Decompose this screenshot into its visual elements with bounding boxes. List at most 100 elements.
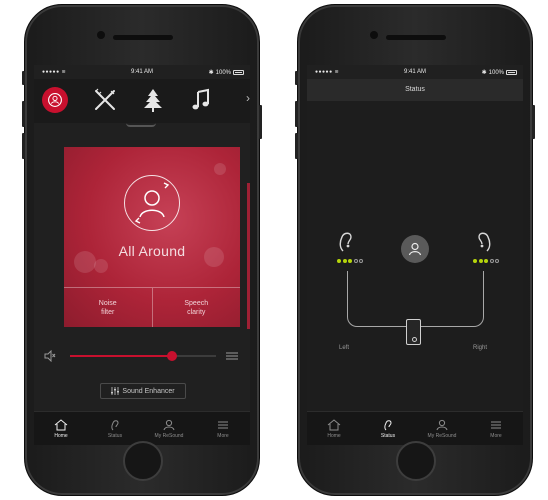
- drawer-handle[interactable]: [126, 123, 156, 127]
- left-battery-dots: [337, 259, 363, 263]
- tab-status[interactable]: Status: [361, 412, 415, 445]
- volume-knob[interactable]: [167, 351, 178, 361]
- right-connection-line: [483, 271, 484, 303]
- tab-more[interactable]: More: [196, 412, 250, 445]
- battery-percent: 100%: [488, 69, 504, 76]
- bluetooth-icon: ✱: [481, 70, 487, 76]
- user-icon: [163, 419, 175, 430]
- user-icon: [408, 242, 422, 256]
- right-battery-dots: [473, 259, 499, 263]
- program-selector: ›: [34, 79, 250, 123]
- drawer-handle-area[interactable]: [34, 123, 250, 131]
- volume-up-button: [295, 101, 298, 127]
- program-options: Noise filter Speech clarity: [64, 287, 240, 327]
- tab-more-label: More: [217, 432, 229, 439]
- tab-home-label: Home: [54, 432, 68, 439]
- tab-more-label: More: [490, 432, 502, 439]
- tab-status[interactable]: Status: [88, 412, 142, 445]
- battery-dot: [473, 259, 477, 263]
- volume-up-button: [22, 101, 25, 127]
- right-connection-curve: [421, 303, 484, 327]
- menu-icon: [491, 421, 501, 428]
- battery-dot: [489, 259, 494, 263]
- program-outdoor[interactable]: [138, 85, 168, 115]
- volume-slider[interactable]: [70, 351, 216, 361]
- tab-status-label: Status: [380, 432, 396, 439]
- person-ring-icon: [48, 93, 62, 107]
- battery-dot: [348, 259, 352, 263]
- tab-bar: Home Status My ReSound More: [307, 411, 523, 445]
- front-camera: [370, 31, 378, 39]
- user-icon: [436, 419, 448, 430]
- volume-down-button: [295, 133, 298, 159]
- battery-percent: 100%: [215, 69, 231, 76]
- battery-icon: [233, 70, 244, 75]
- card-bokeh: [214, 163, 226, 175]
- tab-status-label: Status: [107, 432, 123, 439]
- earpiece-speaker: [386, 35, 446, 40]
- volume-fill: [70, 355, 173, 357]
- phone-right: ●●●●● ≋ 9:41 AM ✱ 100% Status Left Right…: [295, 4, 535, 496]
- tab-home[interactable]: Home: [34, 412, 88, 445]
- volume-down-button: [22, 133, 25, 159]
- hearing-aid-icon: [111, 419, 119, 430]
- home-icon: [327, 418, 341, 430]
- program-music[interactable]: [186, 85, 216, 115]
- status-screen: ●●●●● ≋ 9:41 AM ✱ 100% Status Left Right…: [307, 65, 523, 445]
- tab-home[interactable]: Home: [307, 412, 361, 445]
- card-bokeh: [94, 259, 108, 273]
- program-restaurant[interactable]: [90, 85, 120, 115]
- tab-my-resound-label: My ReSound: [154, 432, 184, 439]
- tab-bar: Home Status My ReSound More: [34, 411, 250, 445]
- earpiece-speaker: [113, 35, 173, 40]
- menu-icon: [218, 421, 228, 428]
- equalizer-icon[interactable]: [226, 352, 238, 360]
- mute-switch: [295, 71, 298, 85]
- sound-enhancer-label: Sound Enhancer: [122, 387, 175, 395]
- battery-dot: [484, 259, 488, 263]
- battery-dot: [359, 259, 363, 263]
- right-label: Right: [473, 345, 488, 351]
- battery-dot: [495, 259, 499, 263]
- home-icon: [54, 418, 68, 430]
- home-screen: ●●●●● ≋ 9:41 AM ✱ 100% › All Around Nois…: [34, 65, 250, 445]
- speaker-mute-icon[interactable]: [44, 350, 56, 362]
- battery-dot: [342, 259, 347, 263]
- tab-home-label: Home: [327, 432, 341, 439]
- left-connection-curve: [347, 303, 410, 327]
- avatar: [401, 235, 429, 263]
- tab-my-resound[interactable]: My ReSound: [415, 412, 469, 445]
- tab-more[interactable]: More: [469, 412, 523, 445]
- volume-control: [44, 349, 240, 363]
- hearing-aid-icon: [384, 419, 392, 430]
- noise-filter-option[interactable]: Noise filter: [64, 288, 152, 327]
- tab-my-resound[interactable]: My ReSound: [142, 412, 196, 445]
- next-program-card-peek[interactable]: [247, 183, 250, 329]
- right-hearing-aid-icon[interactable]: [475, 231, 493, 253]
- battery-dot: [337, 259, 341, 263]
- home-button[interactable]: [396, 441, 436, 481]
- battery-dot: [478, 259, 483, 263]
- power-button: [259, 105, 262, 139]
- music-note-icon: [192, 88, 209, 110]
- chevron-right-icon[interactable]: ›: [246, 91, 250, 105]
- program-title: All Around: [118, 243, 186, 259]
- status-bar: ●●●●● ≋ 9:41 AM ✱ 100%: [307, 65, 523, 79]
- home-button[interactable]: [123, 441, 163, 481]
- left-hearing-aid-icon[interactable]: [337, 231, 355, 253]
- sound-enhancer-button[interactable]: Sound Enhancer: [100, 383, 186, 399]
- program-all-around[interactable]: [42, 87, 68, 113]
- person-rotate-icon: [134, 182, 170, 224]
- left-connection-line: [347, 271, 348, 303]
- page-title: Status: [307, 79, 523, 101]
- power-button: [532, 105, 535, 139]
- status-bar: ●●●●● ≋ 9:41 AM ✱ 100%: [34, 65, 250, 79]
- program-card[interactable]: All Around Noise filter Speech clarity: [64, 147, 240, 327]
- speech-clarity-option[interactable]: Speech clarity: [151, 288, 241, 327]
- left-label: Left: [339, 345, 350, 351]
- front-camera: [97, 31, 105, 39]
- tree-icon: [144, 89, 162, 112]
- bluetooth-icon: ✱: [208, 70, 214, 76]
- fork-knife-icon: [95, 88, 115, 110]
- battery-area: ✱ 100%: [482, 69, 517, 76]
